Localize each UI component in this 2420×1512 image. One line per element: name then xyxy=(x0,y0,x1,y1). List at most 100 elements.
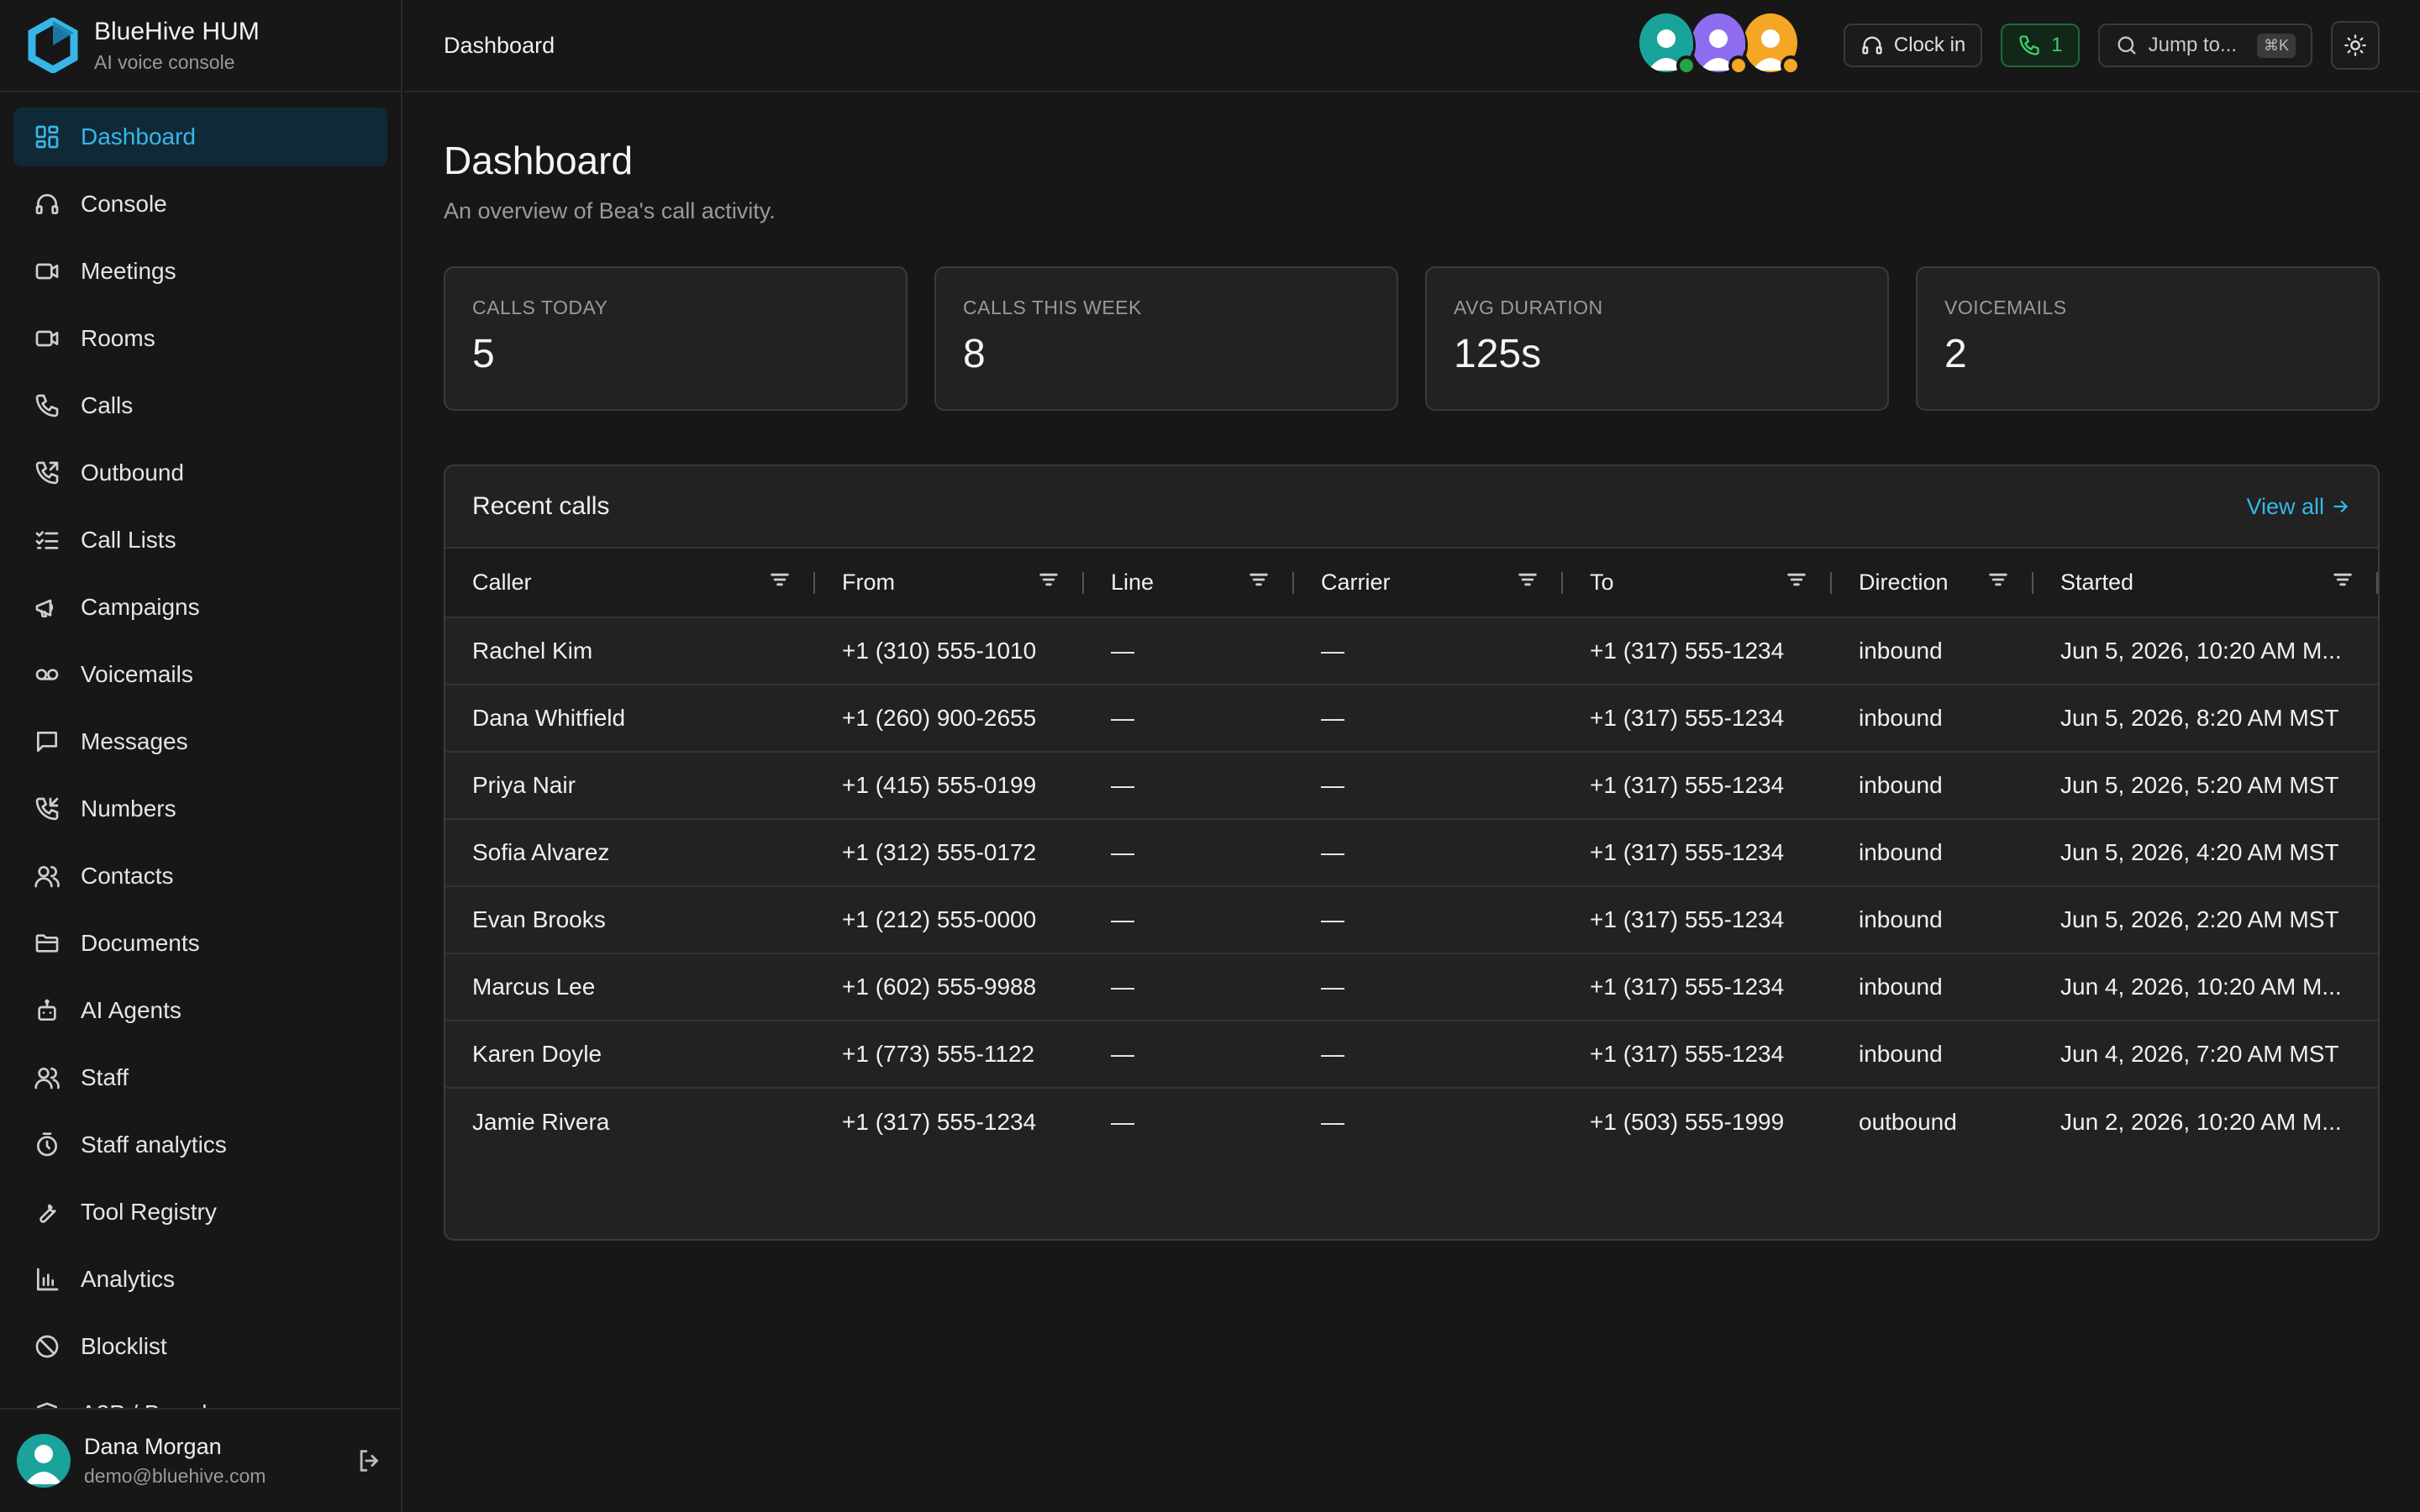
megaphone-icon xyxy=(34,594,60,621)
column-header-from[interactable]: From xyxy=(815,549,1084,617)
sidebar-item-blocklist[interactable]: Blocklist xyxy=(13,1317,387,1376)
sun-icon xyxy=(2344,34,2366,56)
sidebar-item-tool-registry[interactable]: Tool Registry xyxy=(13,1183,387,1242)
dashboard-icon xyxy=(34,123,60,150)
sidebar-item-label: Contacts xyxy=(81,863,174,889)
sidebar-item-ai-agents[interactable]: AI Agents xyxy=(13,981,387,1040)
filter-icon[interactable] xyxy=(1247,568,1270,597)
table-cell: +1 (317) 555-1234 xyxy=(1563,751,1832,819)
recent-calls-table: Caller From Line Carrier To Direction Started … xyxy=(445,549,2378,1155)
table-cell: Marcus Lee xyxy=(445,953,815,1021)
column-header-direction[interactable]: Direction xyxy=(1832,549,2033,617)
view-all-link[interactable]: View all xyxy=(2246,494,2351,520)
stat-value: 5 xyxy=(472,332,495,376)
sidebar-item-label: Staff xyxy=(81,1064,129,1090)
filter-icon[interactable] xyxy=(1037,568,1060,597)
table-cell: +1 (260) 900-2655 xyxy=(815,684,1084,752)
table-cell: Jun 5, 2026, 2:20 AM MST xyxy=(2033,885,2378,953)
sidebar-nav: Dashboard Console Meetings Rooms Calls Outbou… xyxy=(0,92,401,1408)
filter-icon[interactable] xyxy=(768,568,792,597)
sidebar-item-messages[interactable]: Messages xyxy=(13,712,387,771)
clock-in-label: Clock in xyxy=(1893,34,1966,56)
table-row[interactable]: Dana Whitfield +1 (260) 900-2655— — +1 (317… xyxy=(445,684,2378,752)
presence-avatar[interactable] xyxy=(1688,13,1749,76)
filter-icon[interactable] xyxy=(2331,568,2354,597)
column-header-started[interactable]: Started xyxy=(2033,549,2378,617)
logout-icon[interactable] xyxy=(355,1446,384,1475)
brand[interactable]: BlueHive HUM AI voice console xyxy=(0,0,401,92)
sidebar-item-call-lists[interactable]: Call Lists xyxy=(13,511,387,570)
filter-icon[interactable] xyxy=(1516,568,1539,597)
sidebar-item-numbers[interactable]: Numbers xyxy=(13,780,387,838)
table-cell: +1 (317) 555-1234 xyxy=(1563,953,1832,1021)
column-header-carrier[interactable]: Carrier xyxy=(1294,549,1563,617)
table-row[interactable]: Marcus Lee +1 (602) 555-9988— — +1 (317) 55… xyxy=(445,953,2378,1021)
sidebar-item-label: Meetings xyxy=(81,258,176,284)
table-row[interactable]: Karen Doyle +1 (773) 555-1122— — +1 (317) 5… xyxy=(445,1020,2378,1088)
arrow-right-icon xyxy=(2333,500,2349,513)
table-cell: outbound xyxy=(1832,1087,2033,1155)
presence-avatars xyxy=(1636,13,1801,76)
status-dot xyxy=(1780,55,1801,76)
sidebar-item-voicemails[interactable]: Voicemails xyxy=(13,645,387,704)
sidebar-item-analytics[interactable]: Analytics xyxy=(13,1250,387,1309)
sidebar-item-documents[interactable]: Documents xyxy=(13,914,387,973)
sidebar-item-label: Messages xyxy=(81,728,188,754)
ban-icon xyxy=(34,1333,60,1360)
presence-avatar[interactable] xyxy=(1740,13,1801,76)
table-cell: inbound xyxy=(1832,617,2033,685)
sidebar-item-label: A2P / Brand xyxy=(81,1400,207,1408)
shield-icon xyxy=(34,1400,60,1408)
topbar: Dashboard Clock in 1 Jump to... ⌘K xyxy=(404,0,2420,92)
clock-in-button[interactable]: Clock in xyxy=(1843,24,1983,67)
table-cell: Jun 5, 2026, 10:20 AM M... xyxy=(2033,617,2378,685)
active-calls-button[interactable]: 1 xyxy=(2001,24,2080,67)
table-cell: — xyxy=(1294,751,1563,819)
sidebar-item-staff[interactable]: Staff xyxy=(13,1048,387,1107)
phone-icon xyxy=(34,392,60,419)
table-cell: +1 (773) 555-1122 xyxy=(815,1020,1084,1088)
sidebar-item-contacts[interactable]: Contacts xyxy=(13,847,387,906)
video-icon xyxy=(34,325,60,352)
sidebar-item-dashboard[interactable]: Dashboard xyxy=(13,108,387,166)
sidebar-item-console[interactable]: Console xyxy=(13,175,387,234)
table-row[interactable]: Jamie Rivera +1 (317) 555-1234— — +1 (503) … xyxy=(445,1087,2378,1155)
column-resize-handle[interactable] xyxy=(2376,572,2378,594)
users-icon xyxy=(34,1064,60,1091)
sidebar-item-a2p-brand[interactable]: A2P / Brand xyxy=(13,1384,387,1408)
stat-label: Calls this week xyxy=(963,297,1142,318)
sidebar-item-outbound[interactable]: Outbound xyxy=(13,444,387,502)
filter-icon[interactable] xyxy=(1986,568,2010,597)
table-cell: Jun 2, 2026, 10:20 AM M... xyxy=(2033,1087,2378,1155)
table-row[interactable]: Sofia Alvarez +1 (312) 555-0172— — +1 (317)… xyxy=(445,818,2378,886)
jump-to-search[interactable]: Jump to... ⌘K xyxy=(2097,24,2312,67)
table-row[interactable]: Priya Nair +1 (415) 555-0199— — +1 (317) 55… xyxy=(445,751,2378,819)
sidebar-item-rooms[interactable]: Rooms xyxy=(13,309,387,368)
table-row[interactable]: Rachel Kim +1 (310) 555-1010— — +1 (317) 55… xyxy=(445,617,2378,685)
stat-label: Voicemails xyxy=(1944,297,2067,318)
table-cell: — xyxy=(1294,617,1563,685)
sidebar-item-label: Staff analytics xyxy=(81,1131,227,1158)
voicemail-icon xyxy=(34,661,60,688)
search-icon xyxy=(2118,36,2136,55)
sidebar-item-staff-analytics[interactable]: Staff analytics xyxy=(13,1116,387,1174)
presence-avatar[interactable] xyxy=(1636,13,1697,76)
table-row[interactable]: Evan Brooks +1 (212) 555-0000— — +1 (317) 5… xyxy=(445,885,2378,953)
column-header-label: Carrier xyxy=(1321,570,1391,595)
sidebar-item-meetings[interactable]: Meetings xyxy=(13,242,387,301)
column-header-line[interactable]: Line xyxy=(1084,549,1294,617)
message-icon xyxy=(34,728,60,755)
recent-calls-panel: Recent calls View all Caller From Line Carr… xyxy=(444,465,2380,1241)
table-header-row: Caller From Line Carrier To Direction Started xyxy=(445,549,2378,617)
column-header-caller[interactable]: Caller xyxy=(445,549,815,617)
topbar-title: Dashboard xyxy=(444,32,555,58)
sidebar-item-campaigns[interactable]: Campaigns xyxy=(13,578,387,637)
avatar[interactable] xyxy=(17,1434,71,1488)
brand-title: BlueHive HUM xyxy=(94,17,260,45)
filter-icon[interactable] xyxy=(1785,568,1808,597)
column-header-to[interactable]: To xyxy=(1563,549,1832,617)
theme-toggle-button[interactable] xyxy=(2331,21,2380,70)
sidebar-item-calls[interactable]: Calls xyxy=(13,376,387,435)
sidebar-item-label: Outbound xyxy=(81,459,184,486)
active-calls-count: 1 xyxy=(2051,34,2063,56)
